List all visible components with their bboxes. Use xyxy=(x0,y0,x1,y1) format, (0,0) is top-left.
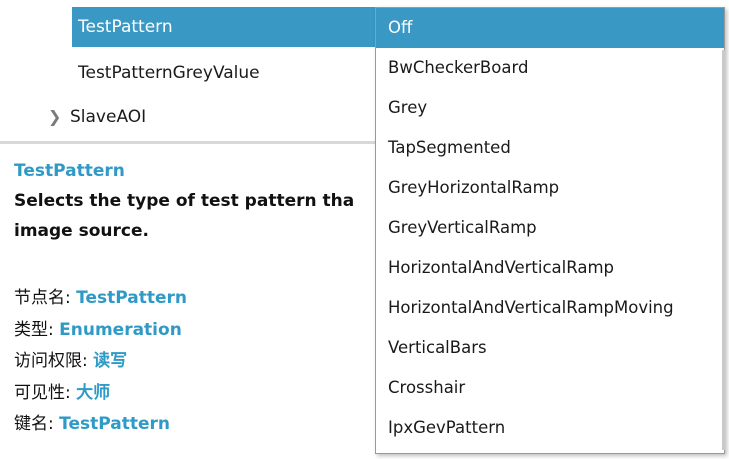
tree-item-label: TestPatternGreyValue xyxy=(78,63,260,83)
property-row: 键名: TestPattern xyxy=(14,409,187,441)
property-value: Enumeration xyxy=(59,319,182,340)
property-row: 可见性: 大师 xyxy=(14,378,187,410)
dropdown-option[interactable]: GreyHorizontalRamp xyxy=(376,168,724,208)
dropdown-option[interactable]: IpxGevPattern xyxy=(376,408,724,448)
property-row: 节点名: TestPattern xyxy=(14,283,187,315)
property-key: 访问权限: xyxy=(14,351,94,371)
dropdown-option[interactable]: Off xyxy=(376,8,724,48)
property-key: 键名: xyxy=(14,414,60,434)
property-key: 类型: xyxy=(14,319,60,340)
property-key: 节点名: xyxy=(14,288,77,308)
dropdown-option[interactable]: Crosshair xyxy=(376,368,724,408)
property-list: 节点名: TestPattern 类型: Enumeration 访问权限: 读… xyxy=(14,283,187,441)
dropdown-option[interactable]: Grey xyxy=(376,88,724,128)
dropdown-option[interactable]: HorizontalAndVerticalRampMoving xyxy=(376,288,724,328)
property-row: 类型: Enumeration xyxy=(14,315,187,347)
description-text-line2: image source. xyxy=(14,221,149,241)
property-row: 访问权限: 读写 xyxy=(14,346,187,378)
tree-item-testpatterngreyvalue[interactable]: TestPatternGreyValue xyxy=(72,53,260,93)
panel-splitter[interactable] xyxy=(0,141,375,144)
dropdown-option[interactable]: VerticalBars xyxy=(376,328,724,368)
chevron-right-icon[interactable]: ❯ xyxy=(48,97,70,137)
property-value: 读写 xyxy=(93,351,128,371)
dropdown-option[interactable]: HorizontalAndVerticalRamp xyxy=(376,248,724,288)
dropdown-option[interactable]: GreyVerticalRamp xyxy=(376,208,724,248)
description-title: TestPattern xyxy=(14,161,125,181)
property-value: TestPattern xyxy=(59,414,170,434)
dropdown-option[interactable]: TapSegmented xyxy=(376,128,724,168)
tree-item-testpattern[interactable]: TestPattern xyxy=(72,7,398,47)
description-text-line1: Selects the type of test pattern tha xyxy=(14,191,355,211)
scrollbar[interactable] xyxy=(722,50,725,450)
property-value: TestPattern xyxy=(76,288,187,308)
testpattern-dropdown-list[interactable]: Off BwCheckerBoard Grey TapSegmented Gre… xyxy=(375,7,725,454)
description-panel: TestPattern Selects the type of test pat… xyxy=(14,160,384,246)
dropdown-option[interactable]: BwCheckerBoard xyxy=(376,48,724,88)
tree-item-slaveaoi[interactable]: ❯ SlaveAOI xyxy=(48,97,146,137)
tree-item-label: TestPattern xyxy=(78,17,173,37)
property-value: 大师 xyxy=(76,382,111,403)
tree-item-label: SlaveAOI xyxy=(70,107,147,127)
property-key: 可见性: xyxy=(14,382,77,403)
